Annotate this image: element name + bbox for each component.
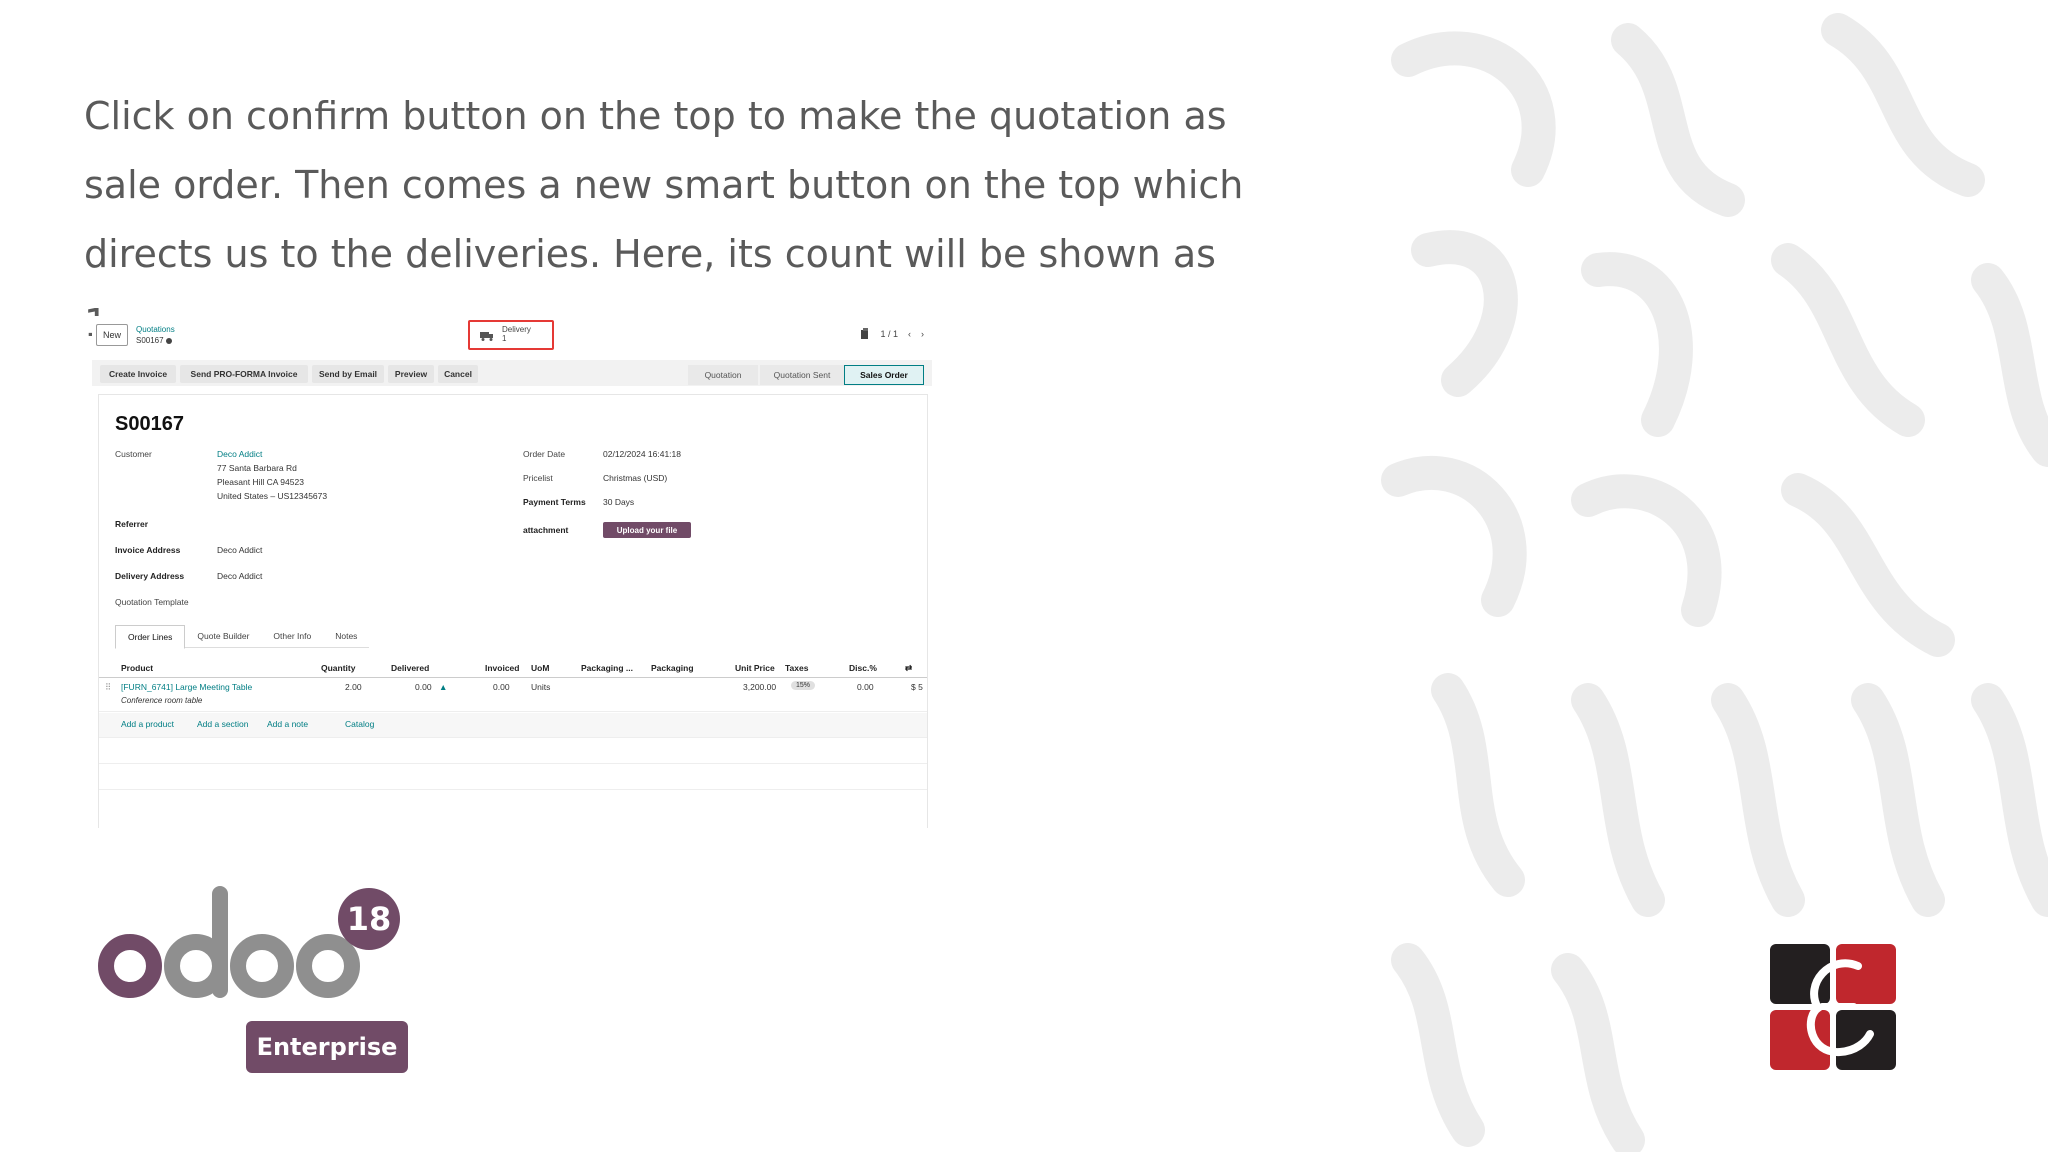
order-date-label: Order Date [523,449,566,459]
order-date-value[interactable]: 02/12/2024 16:41:18 [603,447,681,461]
status-sales-order[interactable]: Sales Order [844,365,924,385]
gear-icon[interactable] [165,337,172,344]
add-note-link[interactable]: Add a note [267,719,308,729]
order-title: S00167 [115,413,184,435]
catalog-link[interactable]: Catalog [345,719,374,729]
customer-name[interactable]: Deco Addict [217,447,262,461]
send-by-email-button[interactable]: Send by Email [312,365,384,383]
pricelist-value[interactable]: Christmas (USD) [603,471,667,485]
tab-notes[interactable]: Notes [323,625,369,647]
line-discount[interactable]: 0.00 [857,682,874,692]
col-unit-price[interactable]: Unit Price [735,663,775,673]
odoo-screenshot: New Quotations S00167 Delivery 1 1 / 1 ‹ … [92,316,932,828]
customer-address-line2: Pleasant Hill CA 94523 [217,477,304,487]
breadcrumb-current: S00167 [136,336,164,345]
pager-prev-icon[interactable]: ‹ [908,329,911,339]
col-discount[interactable]: Disc.% [849,663,877,673]
breadcrumb-quotations[interactable]: Quotations [136,324,175,335]
line-invoiced: 0.00 [493,682,510,692]
invoice-address-value[interactable]: Deco Addict [217,543,262,557]
line-description: Conference room table [121,696,203,705]
customer-label: Customer [115,449,152,459]
pager-next-icon[interactable]: › [921,329,924,339]
attachment-label: attachment [523,525,569,535]
customer-address-line3: United States – US12345673 [217,491,328,501]
pager-value[interactable]: 1 / 1 [880,329,898,339]
referrer-label: Referrer [115,519,149,529]
tab-other-info[interactable]: Other Info [261,625,323,647]
form-sheet: S00167 Customer Deco Addict 77 Santa Bar… [98,394,928,828]
payment-terms-value[interactable]: 30 Days [603,495,634,509]
add-section-link[interactable]: Add a section [197,719,249,729]
delivery-address-label: Delivery Address [115,571,185,581]
add-line-row: Add a product Add a section Add a note C… [99,713,927,738]
delivery-label: Delivery [502,325,531,334]
background-pattern [1381,13,2048,1152]
company-logo-icon [1770,944,1896,1070]
create-invoice-button[interactable]: Create Invoice [100,365,176,383]
truck-icon [480,332,493,341]
col-invoiced[interactable]: Invoiced [485,663,519,673]
col-taxes[interactable]: Taxes [785,663,808,673]
empty-row [99,739,927,764]
status-quotation[interactable]: Quotation [688,365,758,385]
delivery-smart-button[interactable]: Delivery 1 [468,320,554,350]
quotation-template-label: Quotation Template [115,597,189,607]
payment-terms-label: Payment Terms [523,497,586,507]
invoice-address-label: Invoice Address [115,545,181,555]
status-quotation-sent[interactable]: Quotation Sent [760,365,844,385]
column-settings-icon[interactable]: ⇄ [905,663,912,674]
control-panel: New Quotations S00167 Delivery 1 1 / 1 ‹ … [92,316,932,356]
pricelist-label: Pricelist [523,473,553,483]
action-bar: Create Invoice Send PRO-FORMA Invoice Se… [92,360,932,386]
notebook-tabs: Order Lines Quote Builder Other Info Not… [115,625,370,649]
table-row[interactable]: ⠿ [FURN_6741] Large Meeting Table Confer… [99,679,927,712]
line-product[interactable]: [FURN_6741] Large Meeting Table [121,682,252,692]
pager: 1 / 1 ‹ › [860,328,924,340]
order-lines-header: Product Quantity Delivered Invoiced UoM … [99,659,927,678]
cancel-button[interactable]: Cancel [438,365,478,383]
line-delivered[interactable]: 0.00 [415,682,432,692]
col-uom[interactable]: UoM [531,663,549,673]
add-product-link[interactable]: Add a product [121,719,174,729]
col-product[interactable]: Product [121,663,153,673]
line-uom[interactable]: Units [531,682,550,692]
line-unit-price[interactable]: 3,200.00 [743,682,776,692]
breadcrumb: Quotations S00167 [136,324,175,346]
version-badge: 18 [338,888,400,950]
preview-button[interactable]: Preview [388,365,434,383]
line-subtotal: $ 5 [911,682,923,692]
customer-address-line1: 77 Santa Barbara Rd [217,463,297,473]
col-delivered[interactable]: Delivered [391,663,429,673]
line-quantity[interactable]: 2.00 [345,682,362,692]
forecast-chart-icon[interactable]: ▲ [439,682,447,692]
tab-quote-builder[interactable]: Quote Builder [185,625,261,647]
col-packaging[interactable]: Packaging [651,663,694,673]
col-packaging-qty[interactable]: Packaging ... [581,663,633,673]
delivery-address-value[interactable]: Deco Addict [217,569,262,583]
enterprise-badge: Enterprise [246,1021,408,1073]
drag-handle-icon[interactable]: ⠿ [105,682,111,693]
new-button[interactable]: New [96,324,128,346]
attachment-icon[interactable] [860,328,870,340]
line-tax-badge[interactable]: 15% [791,681,816,690]
send-proforma-button[interactable]: Send PRO-FORMA Invoice [180,365,308,383]
empty-row [99,765,927,790]
upload-file-button[interactable]: Upload your file [603,522,691,538]
tab-order-lines[interactable]: Order Lines [115,625,186,649]
col-quantity[interactable]: Quantity [321,663,355,673]
delivery-count: 1 [502,334,507,343]
